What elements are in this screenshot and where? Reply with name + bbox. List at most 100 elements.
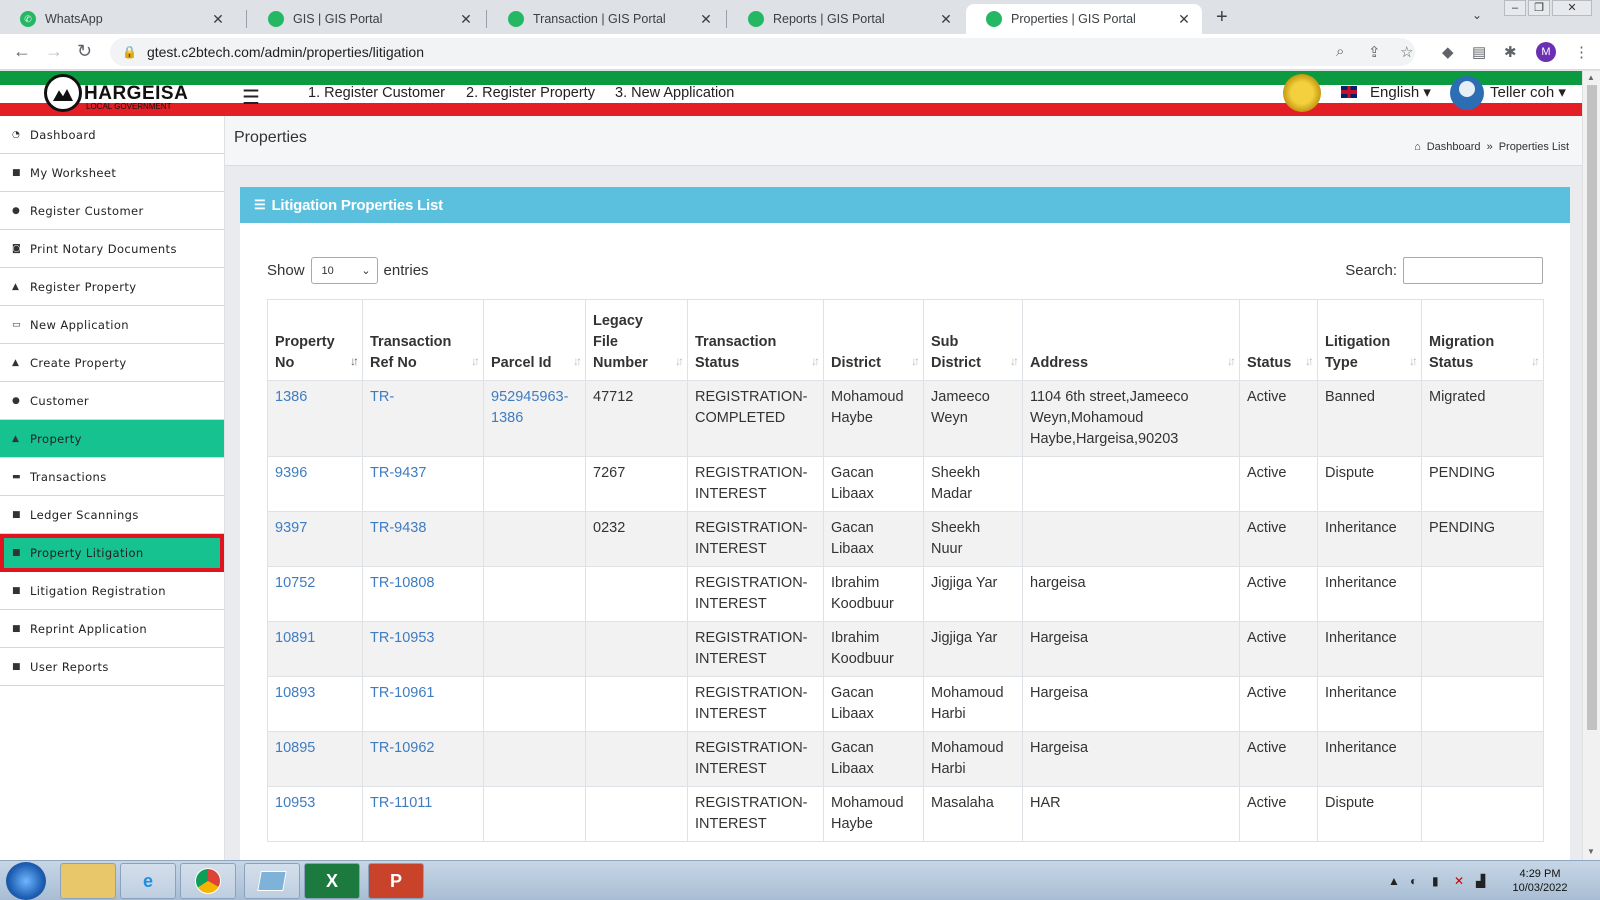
transaction-ref-link[interactable]: TR-10953 xyxy=(370,630,434,646)
property-no-link[interactable]: 1386 xyxy=(275,389,307,405)
sidebar-item-property-litigation[interactable]: ■ Property Litigation xyxy=(0,534,224,572)
property-no-link[interactable]: 9397 xyxy=(275,520,307,536)
table-row[interactable]: 1386 TR- 952945963-1386 47712 REGISTRATION-C… xyxy=(267,380,1544,457)
tray-network-icon[interactable]: ✕ xyxy=(1454,874,1464,888)
sidebar-item-customer[interactable]: ● Customer xyxy=(0,382,224,420)
property-no-link[interactable]: 10953 xyxy=(275,795,315,811)
hargeisa-logo-icon[interactable] xyxy=(44,74,82,112)
sidebar-item-register-property[interactable]: ▲ Register Property xyxy=(0,268,224,306)
minimize-icon[interactable]: – xyxy=(1504,0,1526,16)
close-icon[interactable]: ✕ xyxy=(210,11,226,28)
nav-register-customer[interactable]: 1. Register Customer xyxy=(308,85,445,101)
sort-icon[interactable]: ↓↑ xyxy=(573,351,582,372)
tab-gis[interactable]: GIS | GIS Portal ✕ xyxy=(248,4,484,34)
table-row[interactable]: 10893 TR-10961 REGISTRATION-INTEREST Gacan … xyxy=(267,676,1544,732)
sort-icon[interactable]: ↓↑ xyxy=(811,351,820,372)
forward-arrow-icon[interactable]: → xyxy=(45,41,63,62)
sidebar-item-new-application[interactable]: ▭ New Application xyxy=(0,306,224,344)
tab-properties[interactable]: Properties | GIS Portal ✕ xyxy=(966,4,1202,34)
property-no-link[interactable]: 10752 xyxy=(275,575,315,591)
sidebar-item-property[interactable]: ▲ Property xyxy=(0,420,224,458)
window-close-icon[interactable]: ✕ xyxy=(1552,0,1592,16)
scroll-up-icon[interactable]: ▲ xyxy=(1587,73,1595,82)
column-header[interactable]: District ↓↑ xyxy=(823,299,924,381)
sort-icon[interactable]: ↓↑ xyxy=(1409,351,1418,372)
column-header[interactable]: Litigation Type ↓↑ xyxy=(1317,299,1422,381)
property-no-link[interactable]: 9396 xyxy=(275,465,307,481)
sort-icon[interactable]: ↓↑ xyxy=(911,351,920,372)
column-header[interactable]: Transaction Status ↓↑ xyxy=(687,299,824,381)
tray-up-arrow-icon[interactable]: ▲ xyxy=(1388,874,1400,888)
page-scrollbar[interactable]: ▲ ▼ xyxy=(1582,71,1600,860)
transaction-ref-link[interactable]: TR- xyxy=(370,389,394,405)
close-icon[interactable]: ✕ xyxy=(938,11,954,28)
bookmark-star-icon[interactable]: ☆ xyxy=(1400,43,1413,61)
share-icon[interactable]: ⇪ xyxy=(1368,43,1381,61)
tab-reports[interactable]: Reports | GIS Portal ✕ xyxy=(728,4,964,34)
search-input[interactable] xyxy=(1403,257,1543,284)
transaction-ref-link[interactable]: TR-10961 xyxy=(370,685,434,701)
sort-icon[interactable]: ↓↑ xyxy=(350,351,359,372)
extensions-puzzle-icon[interactable]: ✱ xyxy=(1504,43,1517,61)
column-header[interactable]: Sub District ↓↑ xyxy=(923,299,1023,381)
sidebar-item-print-notary-documents[interactable]: ◙ Print Notary Documents xyxy=(0,230,224,268)
table-row[interactable]: 10953 TR-11011 REGISTRATION-INTEREST Mohamo… xyxy=(267,786,1544,842)
column-header[interactable]: Transaction Ref No ↓↑ xyxy=(362,299,484,381)
url-field[interactable]: 🔒 gtest.c2btech.com/admin/properties/lit… xyxy=(110,38,1415,66)
edge-icon[interactable]: e xyxy=(120,863,176,899)
nav-new-application[interactable]: 3. New Application xyxy=(615,85,734,101)
clipboard-icon[interactable]: ▤ xyxy=(1472,43,1486,61)
browser-menu-icon[interactable]: ⋮ xyxy=(1574,43,1589,61)
sidebar-item-register-customer[interactable]: ● Register Customer xyxy=(0,192,224,230)
column-header[interactable]: Property No ↓↑ xyxy=(267,299,363,381)
sidebar-item-create-property[interactable]: ▲ Create Property xyxy=(0,344,224,382)
language-selector[interactable]: English ▾ xyxy=(1370,83,1431,101)
hamburger-menu-icon[interactable]: ☰ xyxy=(242,85,260,110)
table-row[interactable]: 9396 TR-9437 7267 REGISTRATION-INTEREST Gaca… xyxy=(267,456,1544,512)
user-menu[interactable]: Teller coh ▾ xyxy=(1490,83,1566,101)
close-icon[interactable]: ✕ xyxy=(1176,11,1192,28)
sort-icon[interactable]: ↓↑ xyxy=(675,351,684,372)
column-header[interactable]: Address ↓↑ xyxy=(1022,299,1240,381)
profile-avatar[interactable]: M xyxy=(1536,42,1556,62)
entries-select[interactable]: 10 ⌄ xyxy=(310,257,378,284)
file-explorer-icon[interactable] xyxy=(60,863,116,899)
sidebar-item-ledger-scannings[interactable]: ■ Ledger Scannings xyxy=(0,496,224,534)
scrollbar-thumb[interactable] xyxy=(1587,85,1597,730)
system-clock[interactable]: 4:29 PM 10/03/2022 xyxy=(1505,867,1575,895)
powerpoint-icon[interactable]: P xyxy=(368,863,424,899)
user-avatar-icon[interactable] xyxy=(1450,76,1484,110)
close-icon[interactable]: ✕ xyxy=(458,11,474,28)
sort-icon[interactable]: ↓↑ xyxy=(1010,351,1019,372)
start-button[interactable] xyxy=(6,862,46,900)
sidebar-item-user-reports[interactable]: ■ User Reports xyxy=(0,648,224,686)
excel-icon[interactable]: X xyxy=(304,863,360,899)
sidebar-item-my-worksheet[interactable]: ■ My Worksheet xyxy=(0,154,224,192)
notepad-icon[interactable] xyxy=(244,863,300,899)
close-icon[interactable]: ✕ xyxy=(698,11,714,28)
breadcrumb-dashboard-link[interactable]: Dashboard xyxy=(1427,141,1481,153)
sidebar-item-dashboard[interactable]: ◔ Dashboard xyxy=(0,116,224,154)
sort-icon[interactable]: ↓↑ xyxy=(1531,351,1540,372)
column-header[interactable]: Migration Status ↓↑ xyxy=(1421,299,1544,381)
chrome-icon[interactable] xyxy=(180,863,236,899)
property-no-link[interactable]: 10895 xyxy=(275,740,315,756)
parcel-id-link[interactable]: 952945963-1386 xyxy=(491,389,568,426)
nav-register-property[interactable]: 2. Register Property xyxy=(466,85,595,101)
transaction-ref-link[interactable]: TR-9437 xyxy=(370,465,426,481)
sidebar-item-reprint-application[interactable]: ■ Reprint Application xyxy=(0,610,224,648)
sort-icon[interactable]: ↓↑ xyxy=(1227,351,1236,372)
property-no-link[interactable]: 10893 xyxy=(275,685,315,701)
tray-battery-icon[interactable]: ▮ xyxy=(1432,874,1439,888)
table-row[interactable]: 9397 TR-9438 0232 REGISTRATION-INTEREST Gaca… xyxy=(267,511,1544,567)
tab-whatsapp[interactable]: ✆ WhatsApp ✕ xyxy=(0,4,236,34)
sidebar-item-transactions[interactable]: ▬ Transactions xyxy=(0,458,224,496)
column-header[interactable]: Parcel Id ↓↑ xyxy=(483,299,586,381)
scroll-down-icon[interactable]: ▼ xyxy=(1587,847,1595,856)
sort-icon[interactable]: ↓↑ xyxy=(471,351,480,372)
transaction-ref-link[interactable]: TR-10808 xyxy=(370,575,434,591)
transaction-ref-link[interactable]: TR-9438 xyxy=(370,520,426,536)
tray-signal-icon[interactable]: ▟ xyxy=(1476,874,1485,888)
table-row[interactable]: 10895 TR-10962 REGISTRATION-INTEREST Gacan … xyxy=(267,731,1544,787)
transaction-ref-link[interactable]: TR-11011 xyxy=(370,795,432,811)
